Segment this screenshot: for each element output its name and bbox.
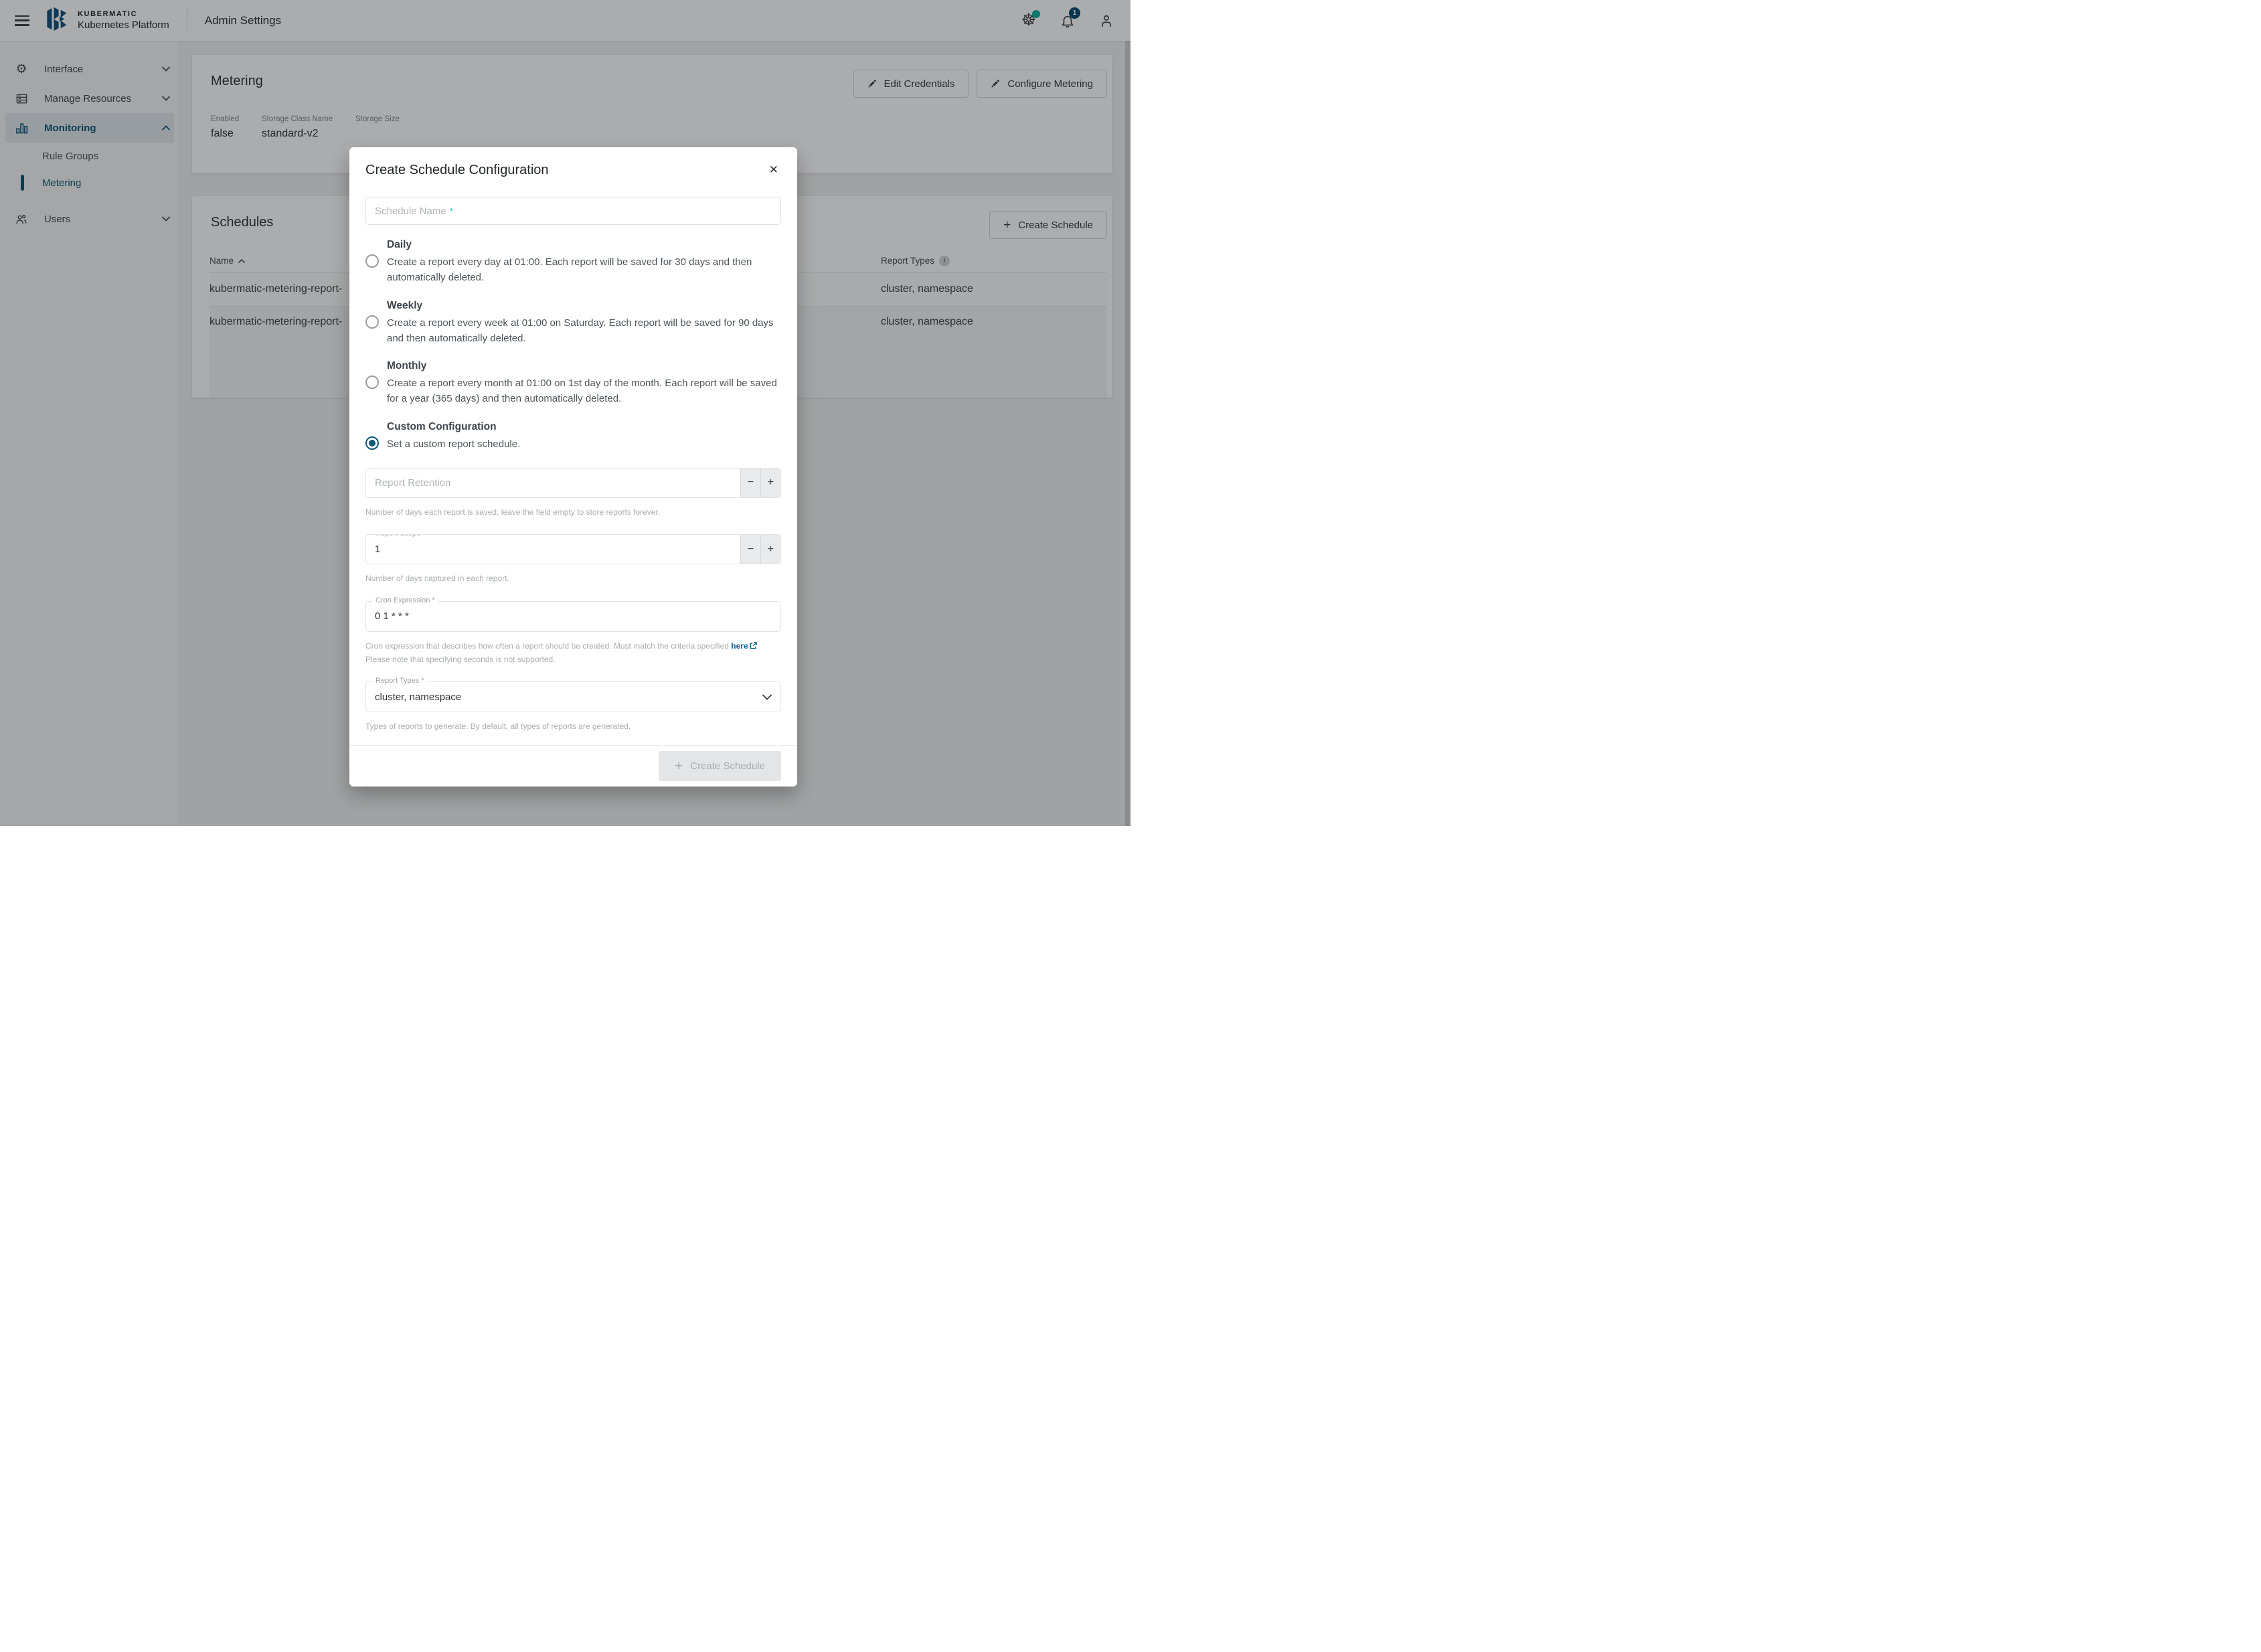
scope-decrement-button[interactable]: − (740, 535, 760, 564)
radio-custom-configuration[interactable] (365, 436, 379, 450)
modal-footer: + Create Schedule (349, 745, 797, 787)
scope-increment-button[interactable]: + (760, 535, 780, 564)
cron-docs-link[interactable]: here (731, 641, 756, 651)
cron-expression-input[interactable]: Cron Expression * 0 1 * * * (365, 601, 781, 632)
modal-create-schedule-button[interactable]: + Create Schedule (659, 751, 781, 781)
plus-icon: + (675, 759, 683, 773)
schedule-name-input[interactable]: Schedule Name * (365, 197, 781, 225)
report-scope-group: Report Scope * 1 − + Number of days capt… (365, 534, 781, 585)
retention-increment-button[interactable]: + (760, 469, 780, 497)
close-icon[interactable]: ✕ (766, 162, 781, 178)
report-retention-group: Report Retention − + Number of days each… (365, 468, 781, 519)
schedule-option-monthly: Monthly Create a report every month at 0… (365, 360, 781, 407)
cron-expression-hint: Cron expression that describes how often… (365, 640, 781, 665)
modal-title: Create Schedule Configuration (365, 163, 549, 178)
report-types-hint: Types of reports to generate. By default… (365, 720, 781, 733)
cron-expression-group: Cron Expression * 0 1 * * * Cron express… (365, 601, 781, 665)
report-types-group: Report Types * cluster, namespace Types … (365, 681, 781, 733)
chevron-down-icon (762, 694, 772, 700)
schedule-name-placeholder: Schedule Name (375, 205, 446, 217)
report-retention-input[interactable]: Report Retention − + (365, 468, 781, 498)
schedule-option-custom: Custom Configuration Set a custom report… (365, 421, 781, 452)
radio-monthly[interactable] (365, 376, 379, 389)
create-schedule-modal: Create Schedule Configuration ✕ Schedule… (349, 147, 797, 787)
report-types-select[interactable]: Report Types * cluster, namespace (365, 681, 781, 712)
schedule-option-daily: Daily Create a report every day at 01:00… (365, 239, 781, 286)
report-scope-input[interactable]: Report Scope * 1 − + (365, 534, 781, 564)
schedule-option-weekly: Weekly Create a report every week at 01:… (365, 300, 781, 347)
page: KUBERMATIC Kubernetes Platform Admin Set… (0, 0, 1130, 826)
radio-daily[interactable] (365, 254, 379, 268)
required-marker: * (450, 206, 453, 216)
report-scope-hint: Number of days captured in each report. (365, 572, 781, 585)
external-link-icon (750, 641, 757, 653)
report-retention-hint: Number of days each report is saved, lea… (365, 506, 781, 519)
retention-decrement-button[interactable]: − (740, 469, 760, 497)
radio-weekly[interactable] (365, 315, 379, 329)
